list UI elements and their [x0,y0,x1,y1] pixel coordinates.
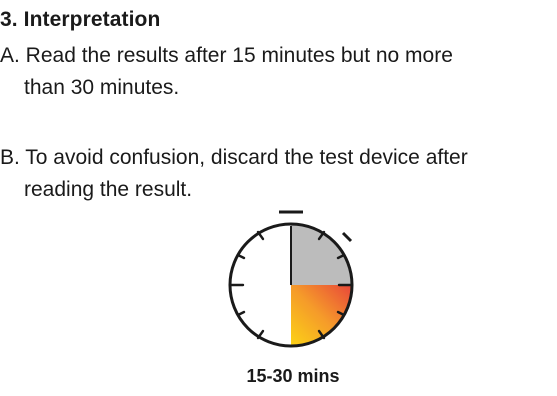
instruction-b-line1: B. To avoid confusion, discard the test … [0,146,468,169]
timer-caption: 15-30 mins [246,366,340,386]
stopwatch-icon [228,208,360,348]
stopwatch-side-button [341,231,353,243]
instruction-a: A. Read the results after 15 minutes but… [0,40,453,104]
section-heading: 3. Interpretation [0,8,161,31]
instruction-a-line1: A. Read the results after 15 minutes but… [0,44,453,67]
instruction-b: B. To avoid confusion, discard the test … [0,142,468,206]
stopwatch-graphic [228,210,354,348]
instruction-b-line2: reading the result. [24,178,193,201]
instruction-a-line2: than 30 minutes. [24,76,180,99]
